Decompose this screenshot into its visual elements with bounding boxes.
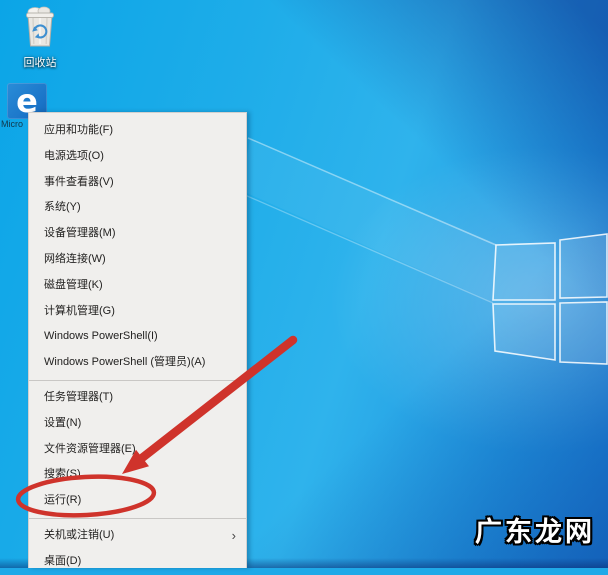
- menu-item-label: 事件查看器(V): [44, 175, 114, 188]
- menu-item-apps-and-features[interactable]: 应用和功能(F): [29, 118, 246, 144]
- edge-label-fragment: Micro: [1, 119, 23, 129]
- menu-item-file-explorer[interactable]: 文件资源管理器(E): [29, 437, 246, 463]
- menu-item-label: 电源选项(O): [44, 149, 104, 162]
- light-beam: [240, 140, 496, 302]
- chevron-right-icon: ›: [231, 527, 236, 543]
- menu-item-label: 桌面(D): [44, 554, 82, 567]
- menu-item-label: 磁盘管理(K): [44, 278, 103, 291]
- menu-item-label: 网络连接(W): [44, 252, 106, 265]
- menu-item-disk-management[interactable]: 磁盘管理(K): [29, 273, 246, 299]
- menu-item-label: 应用和功能(F): [44, 124, 114, 136]
- menu-item-label: 运行(R): [44, 494, 82, 507]
- menu-item-label: 关机或注销(U): [44, 528, 115, 541]
- menu-item-system[interactable]: 系统(Y): [29, 195, 246, 221]
- recycle-bin-icon[interactable]: 回收站: [17, 5, 63, 70]
- menu-item-run[interactable]: 运行(R): [29, 488, 246, 514]
- winx-context-menu: 应用和功能(F) 电源选项(O) 事件查看器(V) 系统(Y) 设备管理器(M)…: [28, 112, 247, 568]
- menu-item-powershell-admin[interactable]: Windows PowerShell (管理员)(A): [29, 350, 246, 376]
- windows-logo-panes: [492, 233, 608, 365]
- menu-item-powershell[interactable]: Windows PowerShell(I): [29, 324, 246, 350]
- menu-item-computer-management[interactable]: 计算机管理(G): [29, 299, 246, 325]
- menu-item-task-manager[interactable]: 任务管理器(T): [29, 385, 246, 411]
- menu-separator: [29, 517, 246, 519]
- recycle-bin-glyph: [26, 6, 54, 47]
- menu-item-label: Windows PowerShell(I): [44, 330, 158, 343]
- watermark-text: 广东龙网: [475, 517, 595, 547]
- menu-item-label: 系统(Y): [44, 201, 81, 214]
- menu-separator: [29, 379, 246, 381]
- menu-item-event-viewer[interactable]: 事件查看器(V): [29, 170, 246, 196]
- menu-item-desktop[interactable]: 桌面(D): [29, 549, 246, 575]
- menu-item-search[interactable]: 搜索(S): [29, 462, 246, 488]
- menu-item-label: 任务管理器(T): [44, 390, 114, 403]
- menu-item-label: 计算机管理(G): [44, 304, 115, 317]
- menu-item-settings[interactable]: 设置(N): [29, 411, 246, 437]
- menu-item-label: 搜索(S): [44, 468, 81, 481]
- menu-item-device-manager[interactable]: 设备管理器(M): [29, 221, 246, 247]
- recycle-bin-label: 回收站: [23, 57, 57, 69]
- menu-item-label: 文件资源管理器(E): [44, 442, 136, 455]
- menu-item-label: 设备管理器(M): [44, 227, 116, 240]
- menu-item-shutdown-or-signout[interactable]: 关机或注销(U) ›: [29, 523, 246, 549]
- menu-item-label: Windows PowerShell (管理员)(A): [44, 356, 206, 369]
- menu-item-label: 设置(N): [44, 416, 82, 429]
- menu-item-network-connections[interactable]: 网络连接(W): [29, 247, 246, 273]
- menu-item-power-options[interactable]: 电源选项(O): [29, 144, 246, 170]
